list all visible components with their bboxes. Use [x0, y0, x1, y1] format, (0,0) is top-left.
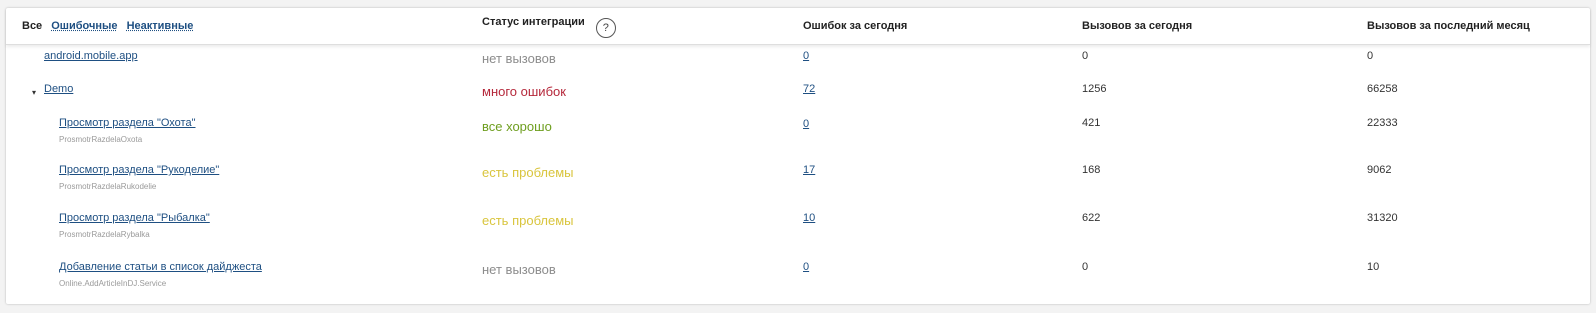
- integration-name-link[interactable]: android.mobile.app: [44, 50, 138, 62]
- filter-inactive[interactable]: Неактивные: [127, 20, 194, 32]
- integration-name-link[interactable]: Добавление статьи в список дайджеста: [59, 261, 262, 273]
- errors-today-link[interactable]: 0: [803, 261, 809, 273]
- calls-month-value: 31320: [1367, 212, 1398, 224]
- calls-month-value: 22333: [1367, 117, 1398, 129]
- status-column-label: Статус интеграции: [482, 16, 585, 28]
- table-header: Все Ошибочные Неактивные Статус интеграц…: [6, 8, 1590, 45]
- group-name-link[interactable]: Demo: [44, 83, 73, 95]
- integration-status: есть проблемы: [482, 213, 574, 228]
- filter-errored[interactable]: Ошибочные: [51, 20, 117, 32]
- integration-status: много ошибок: [482, 84, 566, 99]
- integration-status: нет вызовов: [482, 262, 556, 277]
- errors-today-link[interactable]: 10: [803, 212, 815, 224]
- filter-all[interactable]: Все: [22, 20, 42, 32]
- calls-month-value: 9062: [1367, 164, 1392, 176]
- integration-name-link[interactable]: Просмотр раздела "Рукоделие": [59, 164, 219, 176]
- table-row: Добавление статьи в список дайджеста Onl…: [6, 261, 1590, 307]
- integrations-panel: Все Ошибочные Неактивные Статус интеграц…: [6, 8, 1590, 304]
- calls-today-value: 168: [1082, 164, 1101, 176]
- errors-today-link[interactable]: 72: [803, 83, 815, 95]
- calls-today-value: 1256: [1082, 83, 1107, 95]
- integration-status: есть проблемы: [482, 165, 574, 180]
- calls-today-column-header: Вызовов за сегодня: [1082, 20, 1193, 32]
- integration-code: ProsmotrRazdelaRukodelie: [59, 182, 157, 191]
- errors-today-link[interactable]: 0: [803, 118, 809, 130]
- integration-code: ProsmotrRazdelaRybalka: [59, 230, 150, 239]
- filter-group: Все Ошибочные Неактивные: [22, 20, 193, 32]
- errors-today-link[interactable]: 0: [803, 50, 809, 62]
- calls-month-column-header: Вызовов за последний месяц: [1367, 20, 1530, 32]
- integration-status: все хорошо: [482, 119, 552, 134]
- calls-today-value: 0: [1082, 50, 1089, 62]
- calls-month-value: 0: [1367, 50, 1374, 62]
- errors-today-link[interactable]: 17: [803, 164, 815, 176]
- calls-today-value: 421: [1082, 117, 1101, 129]
- help-icon[interactable]: ?: [595, 18, 616, 38]
- integration-name-link[interactable]: Просмотр раздела "Рыбалка": [59, 212, 210, 224]
- integration-name-link[interactable]: Просмотр раздела "Охота": [59, 117, 196, 129]
- calls-today-value: 622: [1082, 212, 1101, 224]
- table-row: Просмотр раздела "Рыбалка" ProsmotrRazde…: [6, 212, 1590, 258]
- collapse-chevron-icon[interactable]: ▾: [32, 88, 36, 97]
- calls-month-value: 10: [1367, 261, 1380, 273]
- calls-month-value: 66258: [1367, 83, 1398, 95]
- status-column-header: Статус интеграции ?: [482, 16, 616, 38]
- integration-code: ProsmotrRazdelaOxota: [59, 135, 143, 144]
- integration-code: Online.AddArticleInDJ.Service: [59, 279, 167, 288]
- calls-today-value: 0: [1082, 261, 1089, 273]
- table-row: Просмотр раздела "Охота" ProsmotrRazdela…: [6, 117, 1590, 163]
- errors-today-column-header: Ошибок за сегодня: [803, 20, 908, 32]
- integration-status: нет вызовов: [482, 51, 556, 66]
- table-row: Просмотр раздела "Рукоделие" ProsmotrRaz…: [6, 164, 1590, 210]
